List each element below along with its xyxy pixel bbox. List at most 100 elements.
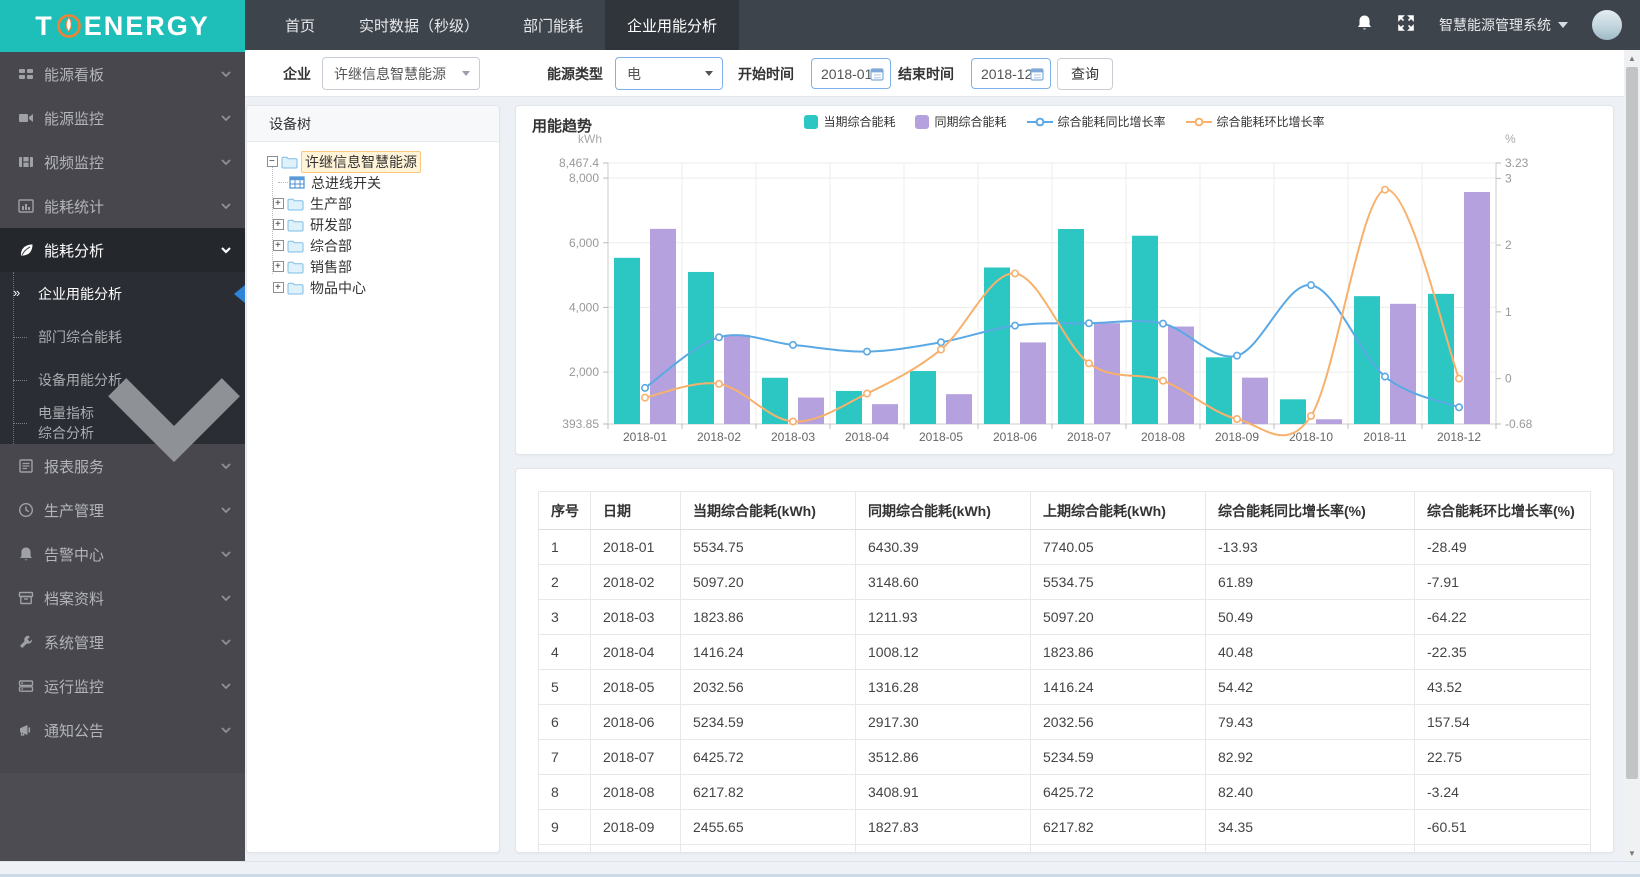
- nav-tab-3[interactable]: 部门能耗: [501, 0, 605, 50]
- table-cell: 82.92: [1205, 739, 1415, 775]
- table-cell: 3: [538, 599, 591, 635]
- tree-root-node[interactable]: − 许继信息智慧能源: [247, 150, 499, 173]
- scroll-down-arrow-icon[interactable]: ▼: [1624, 845, 1640, 861]
- svg-text:%: %: [1505, 132, 1516, 146]
- horizontal-scrollbar-track[interactable]: [0, 861, 1640, 877]
- sidebar-item-3[interactable]: 视频监控: [0, 140, 245, 184]
- sidebar-item-11[interactable]: 运行监控: [0, 664, 245, 708]
- table-cell: 4: [538, 634, 591, 670]
- chevron-down-icon: [462, 71, 470, 76]
- fullscreen-icon[interactable]: [1397, 14, 1415, 37]
- table-cell: 1823.86: [680, 599, 856, 635]
- energy-trend-chart-panel: 用能趋势 当期综合能耗 同期综合能耗 综合能耗同比增长率 综合能耗环比增长率 393.…: [515, 105, 1614, 455]
- table-cell: 2018-07: [590, 739, 681, 775]
- expand-node-icon[interactable]: +: [273, 261, 284, 272]
- table-cell: 7: [538, 739, 591, 775]
- sidebar-item-label: 系统管理: [44, 634, 105, 652]
- sidebar-menu: 能源看板能源监控视频监控 能耗统计 能耗分析» 企业用能分析 部门综合能耗 设备用能分析电…: [0, 52, 245, 862]
- alarm-bell-icon: [20, 547, 32, 561]
- tree-node-生产部[interactable]: + 生产部: [247, 193, 499, 214]
- collapse-node-icon[interactable]: −: [267, 156, 278, 167]
- active-item-pointer-icon: [234, 284, 245, 303]
- sidebar-item-label: 生产管理: [44, 502, 105, 520]
- table-cell: 2018-03: [590, 599, 681, 635]
- sidebar-item-7[interactable]: 生产管理: [0, 488, 245, 532]
- table-row: 2 2018-02 5097.20 3148.60 5534.75 61.89 -7.91: [538, 564, 1591, 600]
- energy-type-select[interactable]: 电: [615, 57, 723, 90]
- svg-text:2018-01: 2018-01: [623, 430, 667, 444]
- sidebar-subitem-部门综合能耗[interactable]: 部门综合能耗: [0, 315, 245, 358]
- energy-type-value: 电: [627, 65, 641, 82]
- scroll-up-arrow-icon[interactable]: ▲: [1624, 50, 1640, 66]
- end-date-value: 2018-12: [981, 65, 1033, 82]
- expand-node-icon[interactable]: +: [273, 219, 284, 230]
- end-date-input[interactable]: 2018-12: [971, 58, 1051, 89]
- end-time-label: 结束时间: [898, 65, 954, 82]
- sidebar-item-1[interactable]: 能源看板: [0, 52, 245, 96]
- system-name-dropdown[interactable]: 智慧能源管理系统: [1439, 15, 1568, 35]
- table-cell: 1211.93: [855, 599, 1031, 635]
- tree-node-综合部[interactable]: + 综合部: [247, 235, 499, 256]
- sidebar-expanded-group: 能耗分析» 企业用能分析 部门综合能耗 设备用能分析 电量指标综合分析: [0, 228, 245, 462]
- stats-icon: [18, 199, 34, 213]
- table-header-cell: 当期综合能耗(kWh): [680, 491, 856, 530]
- table-cell: 9: [538, 809, 591, 845]
- table-header-cell: 综合能耗环比增长率(%): [1414, 491, 1591, 530]
- table-cell: 6425.72: [1030, 774, 1206, 810]
- nav-tab-4[interactable]: 企业用能分析: [605, 0, 740, 50]
- sidebar-item-2[interactable]: 能源监控: [0, 96, 245, 140]
- device-tree-header: 设备树: [247, 106, 499, 142]
- table-row: 1 2018-01 5534.75 6430.39 7740.05 -13.93 -28.4…: [538, 529, 1591, 565]
- svg-text:2018-04: 2018-04: [845, 430, 889, 444]
- tree-node-研发部[interactable]: + 研发部: [247, 214, 499, 235]
- chevron-down-icon: [221, 682, 231, 689]
- sidebar-subitem-企业用能分析[interactable]: » 企业用能分析: [0, 272, 245, 315]
- tree-node-销售部[interactable]: + 销售部: [247, 256, 499, 277]
- table-cell: 2032.56: [1030, 704, 1206, 740]
- avatar[interactable]: [1592, 10, 1622, 40]
- sidebar-item-5[interactable]: 能耗分析: [0, 228, 245, 272]
- tree-node-物品中心[interactable]: + 物品中心: [247, 277, 499, 298]
- vertical-scrollbar[interactable]: ▲ ▼: [1624, 50, 1640, 861]
- table-cell: -28.49: [1414, 529, 1591, 565]
- sidebar-item-label: 能源监控: [44, 110, 105, 128]
- expand-node-icon[interactable]: +: [273, 198, 284, 209]
- svg-text:8,000: 8,000: [569, 171, 599, 185]
- logo-text-prefix: T: [35, 10, 54, 41]
- scrollbar-thumb[interactable]: [1626, 67, 1638, 779]
- sidebar-item-9[interactable]: 档案资料: [0, 576, 245, 620]
- query-button[interactable]: 查询: [1057, 58, 1113, 90]
- bell-icon[interactable]: [1356, 14, 1373, 37]
- table-header-cell: 序号: [538, 491, 591, 530]
- expand-node-icon[interactable]: +: [273, 240, 284, 251]
- sidebar-lower-area: [0, 773, 245, 862]
- sidebar-item-12[interactable]: 通知公告: [0, 708, 245, 752]
- sidebar-item-6[interactable]: 报表服务: [0, 444, 245, 488]
- table-cell: 43.52: [1414, 669, 1591, 705]
- sidebar-item-4[interactable]: 能耗统计: [0, 184, 245, 228]
- table-cell: 54.42: [1205, 669, 1415, 705]
- start-date-input[interactable]: 2018-01: [811, 58, 891, 89]
- table-header-cell: 同期综合能耗(kWh): [855, 491, 1031, 530]
- table-cell: 1316.28: [855, 669, 1031, 705]
- table-cell: 1827.83: [855, 809, 1031, 845]
- nav-tab-2[interactable]: 实时数据（秒级）: [337, 0, 501, 50]
- svg-text:2018-08: 2018-08: [1141, 430, 1185, 444]
- svg-text:2018-09: 2018-09: [1215, 430, 1259, 444]
- sidebar-item-8[interactable]: 告警中心: [0, 532, 245, 576]
- tree-node-总进线开关[interactable]: 总进线开关: [247, 172, 499, 193]
- table-cell: 5234.59: [680, 704, 856, 740]
- energy-data-table: 序号 日期 当期综合能耗(kWh) 同期综合能耗(kWh) 上期综合能耗(kWh) 综合能…: [538, 491, 1591, 852]
- table-cell: 5534.75: [680, 529, 856, 565]
- expand-node-icon[interactable]: +: [273, 282, 284, 293]
- table-cell: 2: [538, 564, 591, 600]
- device-grid-icon: [289, 176, 305, 189]
- company-select[interactable]: 许继信息智慧能源: [322, 57, 480, 90]
- table-cell: 5234.59: [1030, 739, 1206, 775]
- report-icon: [19, 459, 33, 473]
- sidebar-subitem-电量指标综合分析[interactable]: 电量指标综合分析: [0, 377, 245, 462]
- nav-tab-1[interactable]: 首页: [263, 0, 337, 50]
- table-cell: 1008.12: [855, 634, 1031, 670]
- table-cell: 6425.72: [680, 739, 856, 775]
- sidebar-item-10[interactable]: 系统管理: [0, 620, 245, 664]
